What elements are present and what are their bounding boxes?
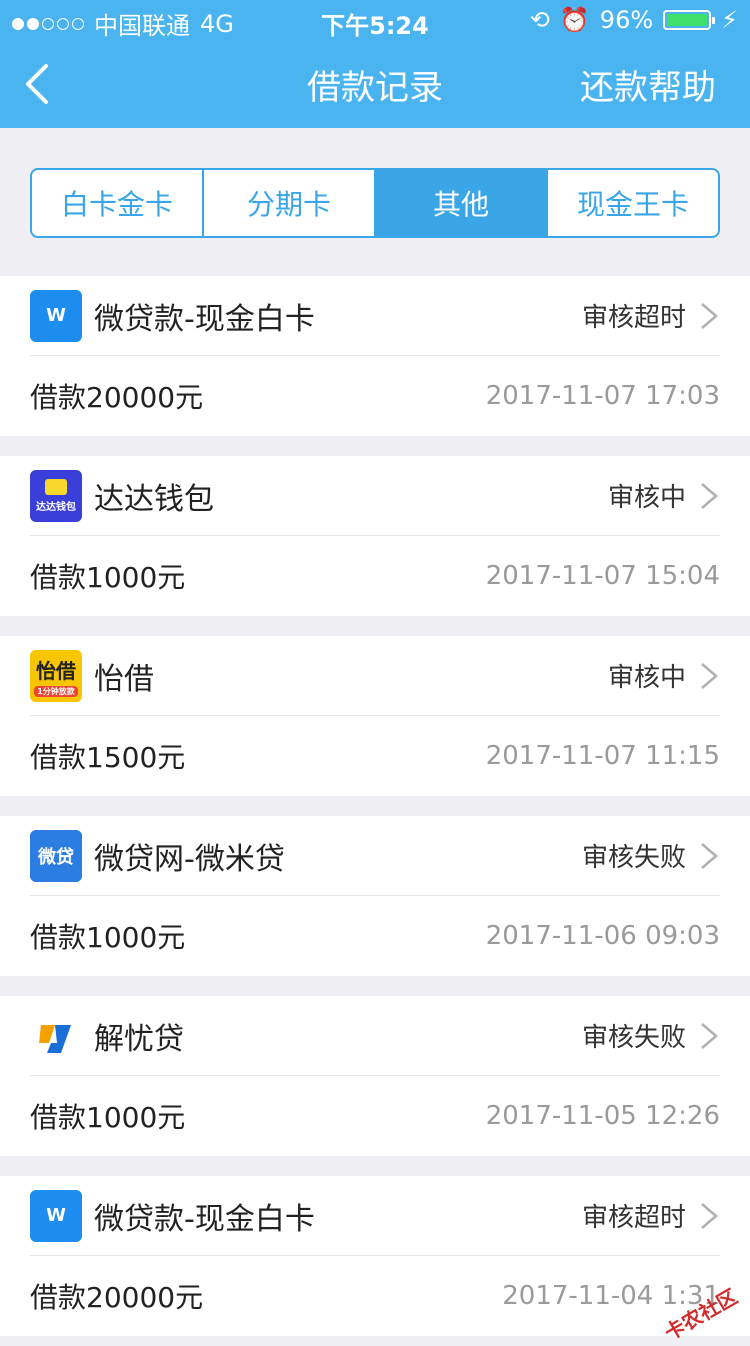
record-amount: 借款1000元 [30, 561, 186, 594]
record-name: 达达钱包 [94, 481, 214, 517]
orientation-lock-icon: ⟲ [529, 6, 550, 34]
category-tabs: 白卡金卡 分期卡 其他 现金王卡 [30, 168, 720, 238]
weidai-logo-icon: 微贷 [30, 829, 82, 882]
record-time: 2017-11-05 12:26 [485, 1101, 720, 1131]
alarm-icon: ⏰ [559, 6, 590, 34]
record-status: 审核中 [607, 483, 686, 513]
record-time: 2017-11-07 11:15 [485, 741, 720, 771]
record-amount: 借款1000元 [30, 921, 186, 954]
loan-record[interactable]: 怡借 1分钟放款 怡借 审核中 借款1500元 2017-11-07 11:15 [0, 636, 750, 796]
jieyoudai-logo-icon [30, 1009, 82, 1062]
tab-fenqi-ka[interactable]: 分期卡 [204, 170, 376, 236]
record-time: 2017-11-07 17:03 [485, 381, 720, 411]
navigation-bar: 借款记录 还款帮助 [0, 40, 750, 128]
record-status: 审核失败 [581, 1023, 686, 1053]
record-name: 微贷款-现金白卡 [94, 301, 315, 337]
record-amount: 借款20000元 [30, 1281, 204, 1314]
loan-record[interactable]: 达达钱包 达达钱包 审核中 借款1000元 2017-11-07 15:04 [0, 456, 750, 616]
record-name: 微贷网-微米贷 [94, 841, 285, 877]
loan-record[interactable]: 微贷 微贷网-微米贷 审核失败 借款1000元 2017-11-06 09:03 [0, 816, 750, 976]
yijie-logo-icon: 怡借 1分钟放款 [30, 649, 82, 702]
record-status: 审核失败 [581, 843, 686, 873]
tab-baika-jinka[interactable]: 白卡金卡 [32, 170, 204, 236]
repayment-help-button[interactable]: 还款帮助 [580, 60, 716, 109]
status-bar: 中国联通 4G 下午5:24 ⟲ ⏰ 96% ⚡ [0, 0, 750, 40]
loan-record[interactable]: 解忧贷 审核失败 借款1000元 2017-11-05 12:26 [0, 996, 750, 1156]
tab-xianjin-wangka[interactable]: 现金王卡 [548, 170, 718, 236]
battery-percent: 96% [599, 6, 654, 34]
chevron-right-icon [701, 302, 718, 329]
chevron-right-icon [701, 1022, 718, 1049]
record-amount: 借款1000元 [30, 1101, 186, 1134]
chevron-right-icon [701, 482, 718, 509]
weidaikuan-logo-icon: W [30, 289, 82, 342]
tab-other[interactable]: 其他 [376, 170, 548, 236]
record-name: 怡借 [94, 661, 154, 697]
chevron-right-icon [701, 662, 718, 689]
chevron-right-icon [701, 1202, 718, 1229]
dada-wallet-logo-icon: 达达钱包 [30, 469, 82, 522]
charging-icon: ⚡ [721, 6, 738, 34]
record-time: 2017-11-06 09:03 [485, 921, 720, 951]
chevron-right-icon [701, 842, 718, 869]
record-name: 微贷款-现金白卡 [94, 1201, 315, 1237]
record-status: 审核超时 [581, 303, 686, 333]
record-status: 审核超时 [581, 1203, 686, 1233]
record-amount: 借款1500元 [30, 741, 186, 774]
record-status: 审核中 [607, 663, 686, 693]
record-time: 2017-11-07 15:04 [485, 561, 720, 591]
loan-record[interactable]: W 微贷款-现金白卡 审核超时 借款20000元 2017-11-07 17:0… [0, 276, 750, 436]
battery-icon [663, 10, 716, 30]
status-right: ⟲ ⏰ 96% ⚡ [530, 6, 738, 34]
record-amount: 借款20000元 [30, 381, 204, 414]
weidaikuan-logo-icon: W [30, 1189, 82, 1242]
record-name: 解忧贷 [94, 1021, 184, 1057]
loan-record[interactable]: W 微贷款-现金白卡 审核超时 借款20000元 2017-11-04 1:31 [0, 1176, 750, 1336]
